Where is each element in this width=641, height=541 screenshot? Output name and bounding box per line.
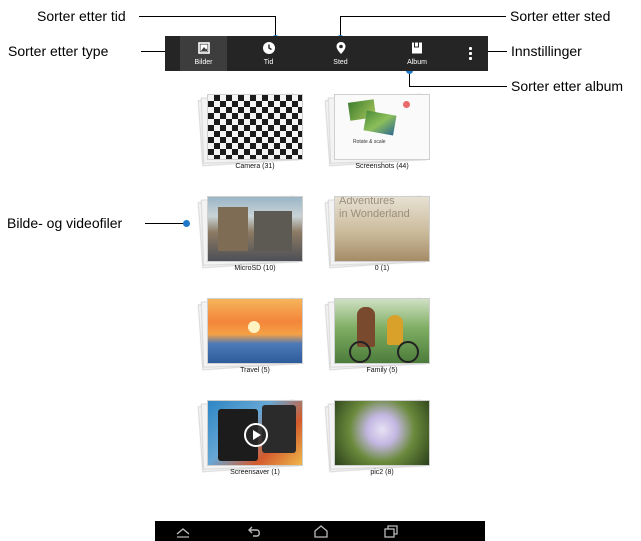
callout-image-video-files: Bilde- og videofiler xyxy=(7,215,123,231)
callout-dot xyxy=(183,220,190,227)
album-microsd[interactable]: MicroSD (10) xyxy=(196,192,314,278)
play-icon xyxy=(244,423,268,447)
tab-tid[interactable]: Tid xyxy=(245,36,292,71)
album-family[interactable]: Family (5) xyxy=(323,294,441,380)
album-caption: Camera (31) xyxy=(235,163,275,170)
recent-up-icon[interactable] xyxy=(175,524,191,538)
tab-bilder[interactable]: Bilder xyxy=(180,36,227,71)
callout-settings: Innstillinger xyxy=(511,43,582,59)
home-icon[interactable] xyxy=(313,524,329,538)
callout-line xyxy=(145,223,187,224)
overflow-menu-icon[interactable] xyxy=(461,36,481,71)
thumbnail-stack xyxy=(324,297,431,371)
tab-sted[interactable]: Sted xyxy=(317,36,364,71)
album-thumbnail xyxy=(207,400,303,466)
album-caption: Travel (5) xyxy=(240,367,270,374)
tab-label: Tid xyxy=(263,59,274,66)
back-icon[interactable] xyxy=(247,524,263,538)
thumbnail-text: Rotate & scale xyxy=(353,139,386,145)
album-thumbnail: Rotate & scale xyxy=(334,94,430,160)
callout-line xyxy=(340,16,506,17)
tab-label: Album xyxy=(407,59,427,66)
thumbnail-text: Adventures xyxy=(339,196,395,207)
album-thumbnail xyxy=(334,298,430,364)
callout-sort-by-place: Sorter etter sted xyxy=(510,8,611,24)
album-screenshots[interactable]: Rotate & scale Screenshots (44) xyxy=(323,90,441,176)
album-thumbnail xyxy=(207,196,303,262)
callout-sort-by-time: Sorter etter tid xyxy=(37,8,126,24)
album-0[interactable]: Adventures in Wonderland 0 (1) xyxy=(323,192,441,278)
image-icon xyxy=(197,42,210,54)
clock-icon xyxy=(262,42,275,54)
tab-label: Sted xyxy=(333,59,348,66)
callout-line xyxy=(409,86,507,87)
album-screensaver[interactable]: Screensaver (1) xyxy=(196,396,314,482)
thumbnail-stack xyxy=(197,399,304,473)
album-icon xyxy=(412,42,422,54)
album-travel[interactable]: Travel (5) xyxy=(196,294,314,380)
album-caption: 0 (1) xyxy=(374,265,390,272)
album-thumbnail: Adventures in Wonderland xyxy=(334,196,430,262)
navigation-bar xyxy=(155,521,485,541)
album-caption: Screensaver (1) xyxy=(230,469,280,476)
location-pin-icon xyxy=(336,42,345,54)
album-thumbnail xyxy=(207,94,303,160)
album-thumbnail xyxy=(207,298,303,364)
album-caption: Family (5) xyxy=(366,367,398,374)
callout-line xyxy=(139,16,275,17)
thumbnail-text: in Wonderland xyxy=(339,208,410,220)
callout-sort-by-album: Sorter etter album xyxy=(511,78,624,94)
album-thumbnail xyxy=(334,400,430,466)
album-camera[interactable]: Camera (31) xyxy=(196,90,314,176)
thumbnail-stack: Rotate & scale xyxy=(324,93,431,167)
thumbnail-stack xyxy=(324,399,431,473)
tab-album[interactable]: Album xyxy=(387,36,447,71)
thumbnail-stack xyxy=(197,195,304,269)
callout-sort-by-type: Sorter etter type xyxy=(8,43,109,59)
thumbnail-stack xyxy=(197,93,304,167)
recent-apps-icon[interactable] xyxy=(383,524,399,538)
album-caption: pic2 (8) xyxy=(370,469,394,476)
album-caption: MicroSD (10) xyxy=(234,265,276,272)
album-caption: Screenshots (44) xyxy=(355,163,409,170)
album-pic2[interactable]: pic2 (8) xyxy=(323,396,441,482)
sort-tab-bar: Bilder Tid Sted Album xyxy=(165,36,488,71)
thumbnail-stack: Adventures in Wonderland xyxy=(324,195,431,269)
tab-label: Bilder xyxy=(194,59,213,66)
thumbnail-stack xyxy=(197,297,304,371)
